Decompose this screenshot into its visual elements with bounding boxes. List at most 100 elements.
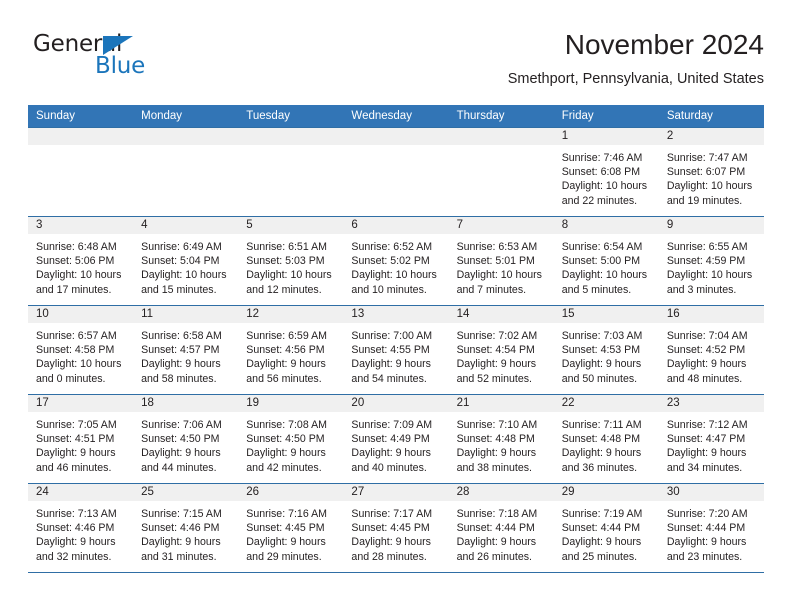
day-number: 7 bbox=[448, 217, 554, 234]
sunset-text: Sunset: 4:48 PM bbox=[561, 433, 641, 446]
day-number: 5 bbox=[238, 217, 344, 234]
calendar-day-cell[interactable]: 18 Sunrise: 7:06 AM Sunset: 4:50 PM Dayligh… bbox=[133, 394, 239, 484]
day-number: 6 bbox=[343, 217, 449, 234]
sunset-text: Sunset: 4:50 PM bbox=[141, 433, 220, 446]
day-number: 4 bbox=[133, 217, 239, 234]
title-block: November 2024 Smethport, Pennsylvania, U… bbox=[508, 28, 764, 88]
calendar-day-cell[interactable]: 3 Sunrise: 6:48 AM Sunset: 5:06 PM Daylight… bbox=[28, 216, 134, 306]
sunset-text: Sunset: 4:56 PM bbox=[246, 344, 325, 357]
sunrise-text: Sunrise: 6:51 AM bbox=[246, 241, 327, 253]
day-details: Sunrise: 7:09 AM Sunset: 4:49 PM Daylight:… bbox=[343, 412, 448, 475]
calendar-day-cell[interactable]: 29 Sunrise: 7:19 AM Sunset: 4:44 PM Dayligh… bbox=[553, 483, 659, 573]
weekday-header-friday: Friday bbox=[553, 105, 659, 128]
calendar-day-cell[interactable]: 13 Sunrise: 7:00 AM Sunset: 4:55 PM Dayligh… bbox=[343, 305, 449, 395]
calendar-week-row: 1 Sunrise: 7:46 AM Sunset: 6:08 PM Daylight… bbox=[28, 127, 764, 217]
calendar-day-cell[interactable]: 19 Sunrise: 7:08 AM Sunset: 4:50 PM Dayligh… bbox=[238, 394, 344, 484]
daylight-text-line1: Daylight: 10 hours bbox=[666, 269, 753, 282]
calendar-week-row: 24 Sunrise: 7:13 AM Sunset: 4:46 PM Dayligh… bbox=[28, 483, 764, 573]
day-number-empty bbox=[448, 128, 554, 145]
daylight-text-line2: and 36 minutes. bbox=[561, 461, 638, 474]
calendar-day-cell[interactable]: 20 Sunrise: 7:09 AM Sunset: 4:49 PM Dayligh… bbox=[343, 394, 449, 484]
sunrise-text: Sunrise: 7:11 AM bbox=[561, 419, 642, 431]
weekday-header-saturday: Saturday bbox=[658, 105, 764, 128]
day-details: Sunrise: 7:19 AM Sunset: 4:44 PM Daylight:… bbox=[554, 501, 659, 564]
day-number: 18 bbox=[133, 395, 239, 412]
daylight-text-line2: and 19 minutes. bbox=[666, 194, 743, 207]
day-details: Sunrise: 7:13 AM Sunset: 4:46 PM Daylight:… bbox=[28, 501, 133, 564]
daylight-text-line1: Daylight: 9 hours bbox=[141, 536, 221, 549]
calendar-day-cell[interactable]: 5 Sunrise: 6:51 AM Sunset: 5:03 PM Daylight… bbox=[238, 216, 344, 306]
day-details: Sunrise: 7:10 AM Sunset: 4:48 PM Daylight:… bbox=[449, 412, 554, 475]
daylight-text-line2: and 56 minutes. bbox=[246, 372, 322, 385]
calendar-day-cell[interactable]: 23 Sunrise: 7:12 AM Sunset: 4:47 PM Dayligh… bbox=[658, 394, 764, 484]
day-number: 21 bbox=[448, 395, 554, 412]
sunset-text: Sunset: 4:44 PM bbox=[666, 522, 746, 535]
day-number: 25 bbox=[133, 484, 239, 501]
sunset-text: Sunset: 4:45 PM bbox=[351, 522, 430, 535]
sunrise-text: Sunrise: 6:59 AM bbox=[246, 330, 327, 342]
calendar-day-cell[interactable]: 14 Sunrise: 7:02 AM Sunset: 4:54 PM Dayligh… bbox=[448, 305, 554, 395]
calendar-day-cell[interactable]: 21 Sunrise: 7:10 AM Sunset: 4:48 PM Dayligh… bbox=[448, 394, 554, 484]
calendar-day-cell[interactable]: 4 Sunrise: 6:49 AM Sunset: 5:04 PM Daylight… bbox=[133, 216, 239, 306]
calendar-day-cell[interactable]: 11 Sunrise: 6:58 AM Sunset: 4:57 PM Dayligh… bbox=[133, 305, 239, 395]
page-header: General Blue November 2024 Smethport, Pe… bbox=[28, 28, 764, 100]
page-title: November 2024 bbox=[564, 29, 764, 60]
daylight-text-line1: Daylight: 10 hours bbox=[36, 358, 122, 371]
calendar-day-cell[interactable]: 2 Sunrise: 7:47 AM Sunset: 6:07 PM Daylight… bbox=[658, 127, 764, 217]
calendar-day-cell[interactable]: 6 Sunrise: 6:52 AM Sunset: 5:02 PM Daylight… bbox=[343, 216, 449, 306]
calendar-day-cell[interactable]: 24 Sunrise: 7:13 AM Sunset: 4:46 PM Dayligh… bbox=[28, 483, 134, 573]
generalblue-logo[interactable]: General Blue bbox=[33, 33, 213, 89]
calendar-day-cell[interactable]: 1 Sunrise: 7:46 AM Sunset: 6:08 PM Daylight… bbox=[553, 127, 659, 217]
daylight-text-line2: and 26 minutes. bbox=[456, 550, 532, 563]
calendar-day-cell[interactable]: 16 Sunrise: 7:04 AM Sunset: 4:52 PM Dayligh… bbox=[658, 305, 764, 395]
day-details: Sunrise: 7:46 AM Sunset: 6:08 PM Daylight:… bbox=[554, 145, 659, 208]
sunrise-text: Sunrise: 6:57 AM bbox=[36, 330, 117, 342]
day-number: 8 bbox=[553, 217, 659, 234]
daylight-text-line2: and 10 minutes. bbox=[351, 283, 427, 296]
day-details: Sunrise: 6:48 AM Sunset: 5:06 PM Daylight:… bbox=[28, 234, 133, 297]
sunrise-text: Sunrise: 7:03 AM bbox=[561, 330, 643, 342]
calendar-day-cell[interactable]: 30 Sunrise: 7:20 AM Sunset: 4:44 PM Dayligh… bbox=[658, 483, 764, 573]
calendar-day-cell[interactable]: 25 Sunrise: 7:15 AM Sunset: 4:46 PM Dayligh… bbox=[133, 483, 239, 573]
sunrise-text: Sunrise: 7:05 AM bbox=[36, 419, 117, 431]
calendar-day-cell[interactable]: 26 Sunrise: 7:16 AM Sunset: 4:45 PM Dayligh… bbox=[238, 483, 344, 573]
calendar-day-cell[interactable]: 22 Sunrise: 7:11 AM Sunset: 4:48 PM Dayligh… bbox=[553, 394, 659, 484]
day-details: Sunrise: 7:16 AM Sunset: 4:45 PM Daylight:… bbox=[238, 501, 343, 564]
calendar-day-cell[interactable]: 17 Sunrise: 7:05 AM Sunset: 4:51 PM Dayligh… bbox=[28, 394, 134, 484]
day-details: Sunrise: 6:59 AM Sunset: 4:56 PM Daylight:… bbox=[238, 323, 343, 386]
sunset-text: Sunset: 6:07 PM bbox=[666, 166, 746, 179]
daylight-text-line2: and 38 minutes. bbox=[456, 461, 532, 474]
calendar-container: Sunday Monday Tuesday Wednesday Thursday… bbox=[28, 105, 764, 573]
sunset-text: Sunset: 4:46 PM bbox=[36, 522, 115, 535]
calendar-day-cell[interactable]: 28 Sunrise: 7:18 AM Sunset: 4:44 PM Dayligh… bbox=[448, 483, 554, 573]
day-number: 10 bbox=[28, 306, 134, 323]
sunset-text: Sunset: 5:01 PM bbox=[456, 255, 535, 268]
sunrise-text: Sunrise: 6:55 AM bbox=[666, 241, 748, 253]
daylight-text-line1: Daylight: 9 hours bbox=[666, 447, 747, 460]
calendar-day-cell[interactable]: 9 Sunrise: 6:55 AM Sunset: 4:59 PM Daylight… bbox=[658, 216, 764, 306]
day-number: 13 bbox=[343, 306, 449, 323]
calendar-day-cell[interactable]: 7 Sunrise: 6:53 AM Sunset: 5:01 PM Daylight… bbox=[448, 216, 554, 306]
day-number: 16 bbox=[658, 306, 764, 323]
day-number: 11 bbox=[133, 306, 239, 323]
day-details: Sunrise: 7:04 AM Sunset: 4:52 PM Daylight:… bbox=[659, 323, 764, 386]
day-number: 26 bbox=[238, 484, 344, 501]
daylight-text-line2: and 29 minutes. bbox=[246, 550, 322, 563]
calendar-day-cell[interactable]: 8 Sunrise: 6:54 AM Sunset: 5:00 PM Daylight… bbox=[553, 216, 659, 306]
day-number: 20 bbox=[343, 395, 449, 412]
calendar-day-cell[interactable]: 12 Sunrise: 6:59 AM Sunset: 4:56 PM Dayligh… bbox=[238, 305, 344, 395]
daylight-text-line2: and 17 minutes. bbox=[36, 283, 112, 296]
day-details: Sunrise: 7:20 AM Sunset: 4:44 PM Daylight:… bbox=[659, 501, 764, 564]
sunset-text: Sunset: 4:57 PM bbox=[141, 344, 220, 357]
sunrise-text: Sunrise: 7:16 AM bbox=[246, 508, 327, 520]
sunset-text: Sunset: 4:47 PM bbox=[666, 433, 746, 446]
sunset-text: Sunset: 4:45 PM bbox=[246, 522, 325, 535]
calendar-page: General Blue November 2024 Smethport, Pe… bbox=[0, 0, 792, 612]
calendar-day-cell[interactable]: 27 Sunrise: 7:17 AM Sunset: 4:45 PM Dayligh… bbox=[343, 483, 449, 573]
day-details: Sunrise: 7:00 AM Sunset: 4:55 PM Daylight:… bbox=[343, 323, 448, 386]
daylight-text-line2: and 40 minutes. bbox=[351, 461, 427, 474]
day-number-empty bbox=[238, 128, 344, 145]
sunset-text: Sunset: 4:44 PM bbox=[561, 522, 641, 535]
calendar-day-cell[interactable]: 10 Sunrise: 6:57 AM Sunset: 4:58 PM Dayligh… bbox=[28, 305, 134, 395]
calendar-day-cell[interactable]: 15 Sunrise: 7:03 AM Sunset: 4:53 PM Dayligh… bbox=[553, 305, 659, 395]
